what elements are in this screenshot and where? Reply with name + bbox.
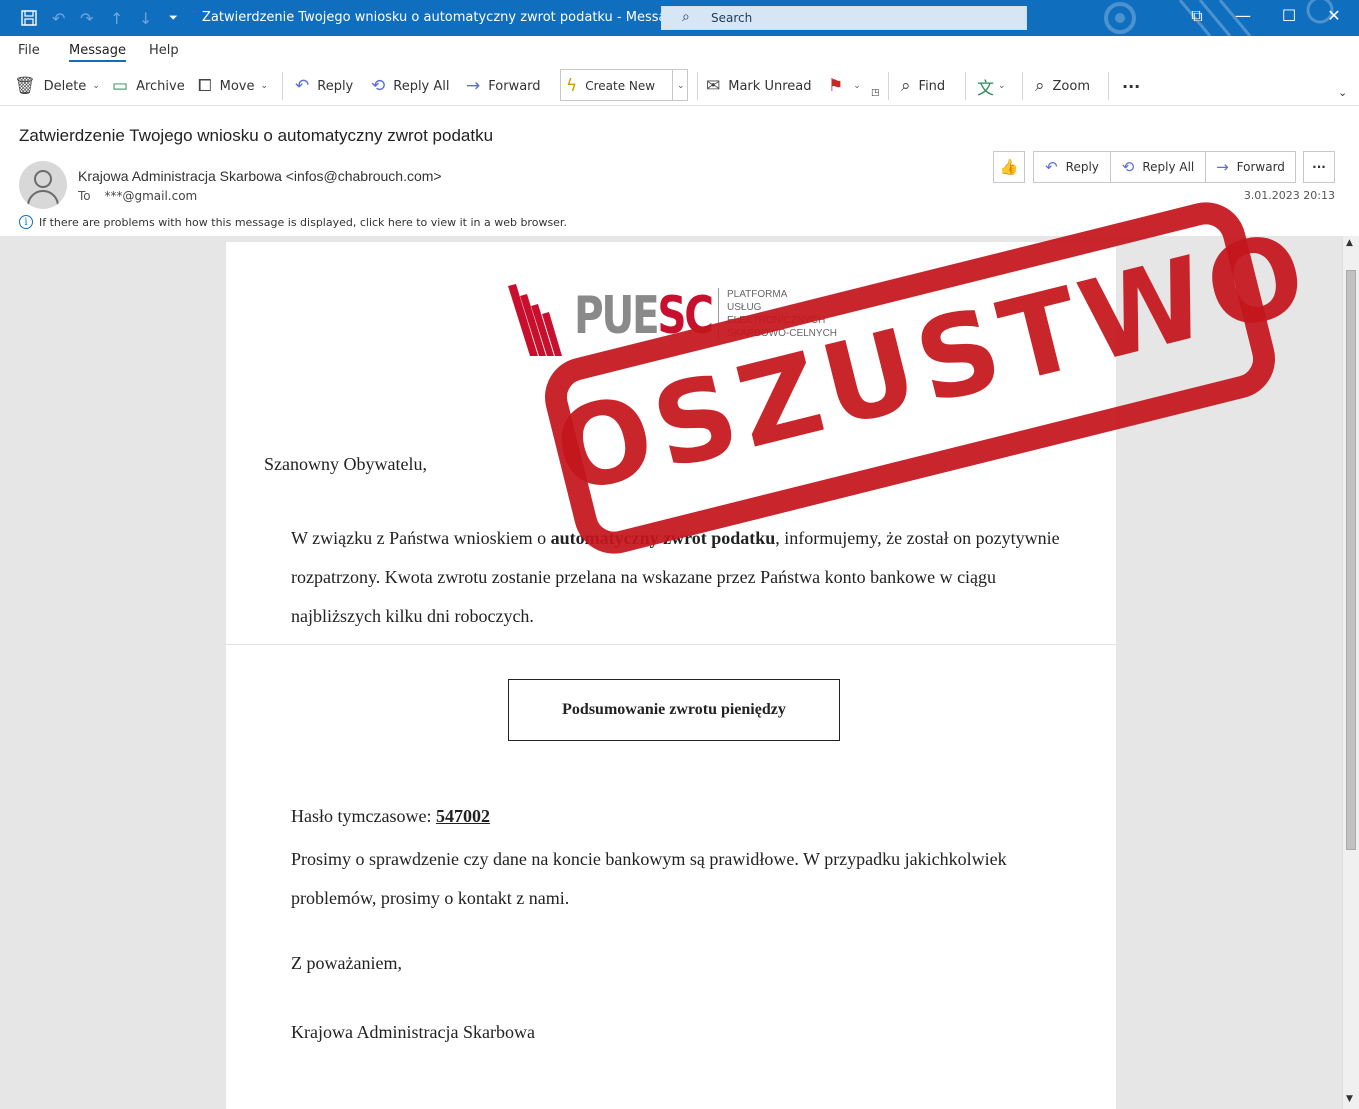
header-reply-button[interactable]: ↶ Reply bbox=[1033, 151, 1111, 183]
sender-name[interactable]: Krajowa Administracja Skarbowa <infos@ch… bbox=[78, 168, 442, 184]
greeting: Szanowny Obywatelu, bbox=[264, 454, 427, 474]
search-box[interactable]: ⌕ Search bbox=[661, 6, 1027, 30]
signature: Krajowa Administracja Skarbowa bbox=[291, 1022, 535, 1042]
reply-icon: ↶ bbox=[295, 76, 310, 96]
delete-label: Delete bbox=[43, 78, 87, 94]
info-icon: i bbox=[19, 215, 33, 229]
forward-icon: → bbox=[466, 76, 481, 96]
move-icon: ⧠ bbox=[198, 76, 212, 96]
archive-button[interactable]: ▭ Archive bbox=[112, 66, 185, 106]
chevron-down-icon: ⌄ bbox=[260, 81, 269, 91]
move-label: Move bbox=[219, 78, 255, 94]
logo-stripes bbox=[508, 284, 562, 356]
next-item-icon[interactable]: ↓ bbox=[139, 0, 152, 36]
translate-icon: 文 bbox=[977, 78, 994, 99]
find-button[interactable]: ⌕ Find bbox=[901, 66, 945, 106]
menu-file[interactable]: File bbox=[18, 43, 40, 58]
close-icon[interactable]: ✕ bbox=[1319, 6, 1349, 25]
vertical-scrollbar[interactable]: ▲ ▼ bbox=[1342, 236, 1359, 1109]
envelope-icon: ✉ bbox=[706, 76, 721, 96]
recipient-line: To ***@gmail.com bbox=[78, 189, 197, 203]
more-options-button[interactable]: ··· bbox=[1122, 66, 1140, 106]
reply-all-button[interactable]: ⟲ Reply All bbox=[371, 66, 450, 106]
chevron-down-icon: ⌄ bbox=[853, 81, 861, 91]
reply-all-icon: ⟲ bbox=[371, 76, 386, 96]
menu-message[interactable]: Message bbox=[69, 43, 126, 62]
divider bbox=[965, 72, 966, 100]
header-reply-all-button[interactable]: ⟲ Reply All bbox=[1110, 151, 1206, 183]
header-reply-all-label: Reply All bbox=[1142, 160, 1195, 174]
reply-icon: ↶ bbox=[1045, 158, 1058, 176]
delete-button[interactable]: 🗑 Delete ⌄ bbox=[14, 66, 100, 106]
password-code[interactable]: 547002 bbox=[436, 806, 490, 826]
info-text: If there are problems with how this mess… bbox=[39, 215, 567, 229]
closing-regards: Z poważaniem, bbox=[291, 953, 402, 973]
header-reply-label: Reply bbox=[1065, 160, 1099, 174]
archive-label: Archive bbox=[136, 78, 185, 94]
to-label: To bbox=[78, 189, 91, 203]
refund-summary-button[interactable]: Podsumowanie zwrotu pieniędzy bbox=[508, 679, 840, 741]
flag-icon: ⚑ bbox=[828, 76, 844, 96]
divider bbox=[1108, 72, 1109, 100]
ribbon-display-icon[interactable]: ⧉ bbox=[1182, 6, 1212, 26]
zoom-label: Zoom bbox=[1052, 78, 1091, 94]
chevron-down-icon: ⌄ bbox=[998, 81, 1006, 91]
redo-icon[interactable]: ↷ bbox=[80, 0, 93, 36]
header-forward-label: Forward bbox=[1236, 160, 1285, 174]
expand-ribbon-icon[interactable]: ⌄ bbox=[1338, 78, 1347, 106]
reply-button[interactable]: ↶ Reply bbox=[295, 66, 353, 106]
forward-icon: → bbox=[1216, 158, 1229, 176]
recipient[interactable]: ***@gmail.com bbox=[104, 189, 197, 203]
scroll-up-icon[interactable]: ▲ bbox=[1346, 238, 1353, 248]
window-title: Zatwierdzenie Twojego wniosku o automaty… bbox=[202, 10, 734, 25]
search-icon: ⌕ bbox=[682, 9, 690, 25]
menu-help[interactable]: Help bbox=[149, 43, 179, 58]
move-button[interactable]: ⧠ Move ⌄ bbox=[198, 66, 268, 106]
minimize-icon[interactable]: — bbox=[1228, 6, 1258, 25]
divider bbox=[697, 72, 698, 100]
customize-toolbar-icon[interactable]: ⏷ bbox=[169, 0, 178, 36]
flag-button[interactable]: ⚑ ⌄ bbox=[828, 66, 861, 106]
paragraph-check-account: Prosimy o sprawdzenie czy dane na koncie… bbox=[291, 849, 1007, 908]
forward-button[interactable]: → Forward bbox=[466, 66, 541, 106]
divider bbox=[282, 72, 283, 100]
divider bbox=[888, 72, 889, 100]
forward-label: Forward bbox=[488, 78, 541, 94]
like-button[interactable]: 👍 bbox=[993, 151, 1025, 183]
title-bar: ↶ ↷ ↑ ↓ ⏷ Zatwierdzenie Twojego wniosku … bbox=[0, 0, 1359, 36]
thumbs-up-icon: 👍 bbox=[999, 158, 1019, 176]
search-icon: ⌕ bbox=[901, 76, 911, 96]
archive-icon: ▭ bbox=[112, 76, 129, 96]
undo-icon[interactable]: ↶ bbox=[52, 0, 65, 36]
scroll-thumb[interactable] bbox=[1346, 270, 1356, 850]
header-forward-button[interactable]: → Forward bbox=[1205, 151, 1296, 183]
divider bbox=[226, 644, 1116, 645]
zoom-button[interactable]: ⌕ Zoom bbox=[1035, 66, 1090, 106]
maximize-icon[interactable]: ☐ bbox=[1274, 6, 1304, 25]
scroll-down-icon[interactable]: ▼ bbox=[1346, 1094, 1353, 1104]
temporary-password: Hasło tymczasowe: 547002 bbox=[291, 806, 490, 826]
chevron-down-icon: ⌄ bbox=[92, 81, 100, 91]
search-placeholder: Search bbox=[711, 11, 753, 25]
message-date: 3.01.2023 20:13 bbox=[1243, 189, 1335, 202]
avatar[interactable] bbox=[19, 161, 67, 209]
translate-button[interactable]: 文 ⌄ bbox=[977, 66, 1006, 106]
mark-unread-button[interactable]: ✉ Mark Unread bbox=[706, 66, 811, 106]
info-bar[interactable]: i If there are problems with how this me… bbox=[19, 215, 567, 229]
message-subject: Zatwierdzenie Twojego wniosku o automaty… bbox=[19, 126, 494, 145]
menu-bar: File Message Help bbox=[0, 36, 1359, 66]
zoom-icon: ⌕ bbox=[1035, 76, 1045, 96]
previous-item-icon[interactable]: ↑ bbox=[110, 0, 123, 36]
reply-all-icon: ⟲ bbox=[1121, 158, 1135, 176]
find-label: Find bbox=[918, 78, 946, 94]
trash-icon: 🗑 bbox=[14, 76, 36, 96]
header-more-button[interactable]: ··· bbox=[1303, 151, 1335, 183]
divider bbox=[1022, 72, 1023, 100]
reply-label: Reply bbox=[317, 78, 354, 94]
dialog-launcher-icon[interactable]: ◳ bbox=[871, 80, 880, 106]
reply-all-label: Reply All bbox=[393, 78, 450, 94]
mark-unread-label: Mark Unread bbox=[728, 78, 812, 94]
save-icon[interactable] bbox=[20, 0, 38, 36]
create-new-frame bbox=[560, 69, 688, 101]
